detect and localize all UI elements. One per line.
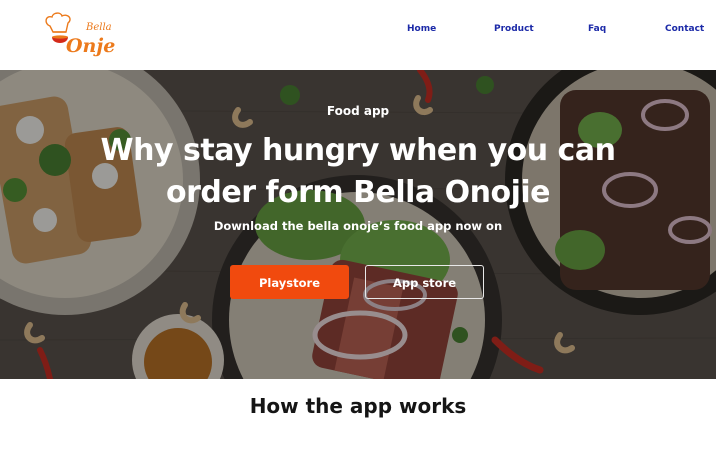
nav-faq-link[interactable]: Faq	[588, 24, 606, 34]
hero-subline: Download the bella onoje’s food app now …	[213, 219, 503, 233]
logo-large-text: Onje	[66, 35, 115, 57]
playstore-button[interactable]: Playstore	[230, 265, 349, 299]
app-store-button[interactable]: App store	[365, 265, 484, 299]
nav-home-link[interactable]: Home	[407, 24, 436, 34]
hero-headline-line-1: Why stay hungry when you can	[100, 133, 616, 168]
hero-headline: Why stay hungry when you can order form …	[90, 130, 626, 214]
hero-headline-line-2: order form Bella Onojie	[166, 175, 550, 210]
nav-contact-link[interactable]: Contact	[665, 24, 704, 34]
how-it-works-title: How the app works	[249, 394, 467, 418]
bella-onojie-logo[interactable]: Bella Onje	[42, 10, 140, 58]
nav-product-link[interactable]: Product	[494, 24, 534, 34]
hero-eyebrow: Food app	[326, 104, 390, 118]
logo-small-text: Bella	[85, 22, 112, 33]
site-header: Bella Onje Home Product Faq Contact	[0, 0, 716, 70]
